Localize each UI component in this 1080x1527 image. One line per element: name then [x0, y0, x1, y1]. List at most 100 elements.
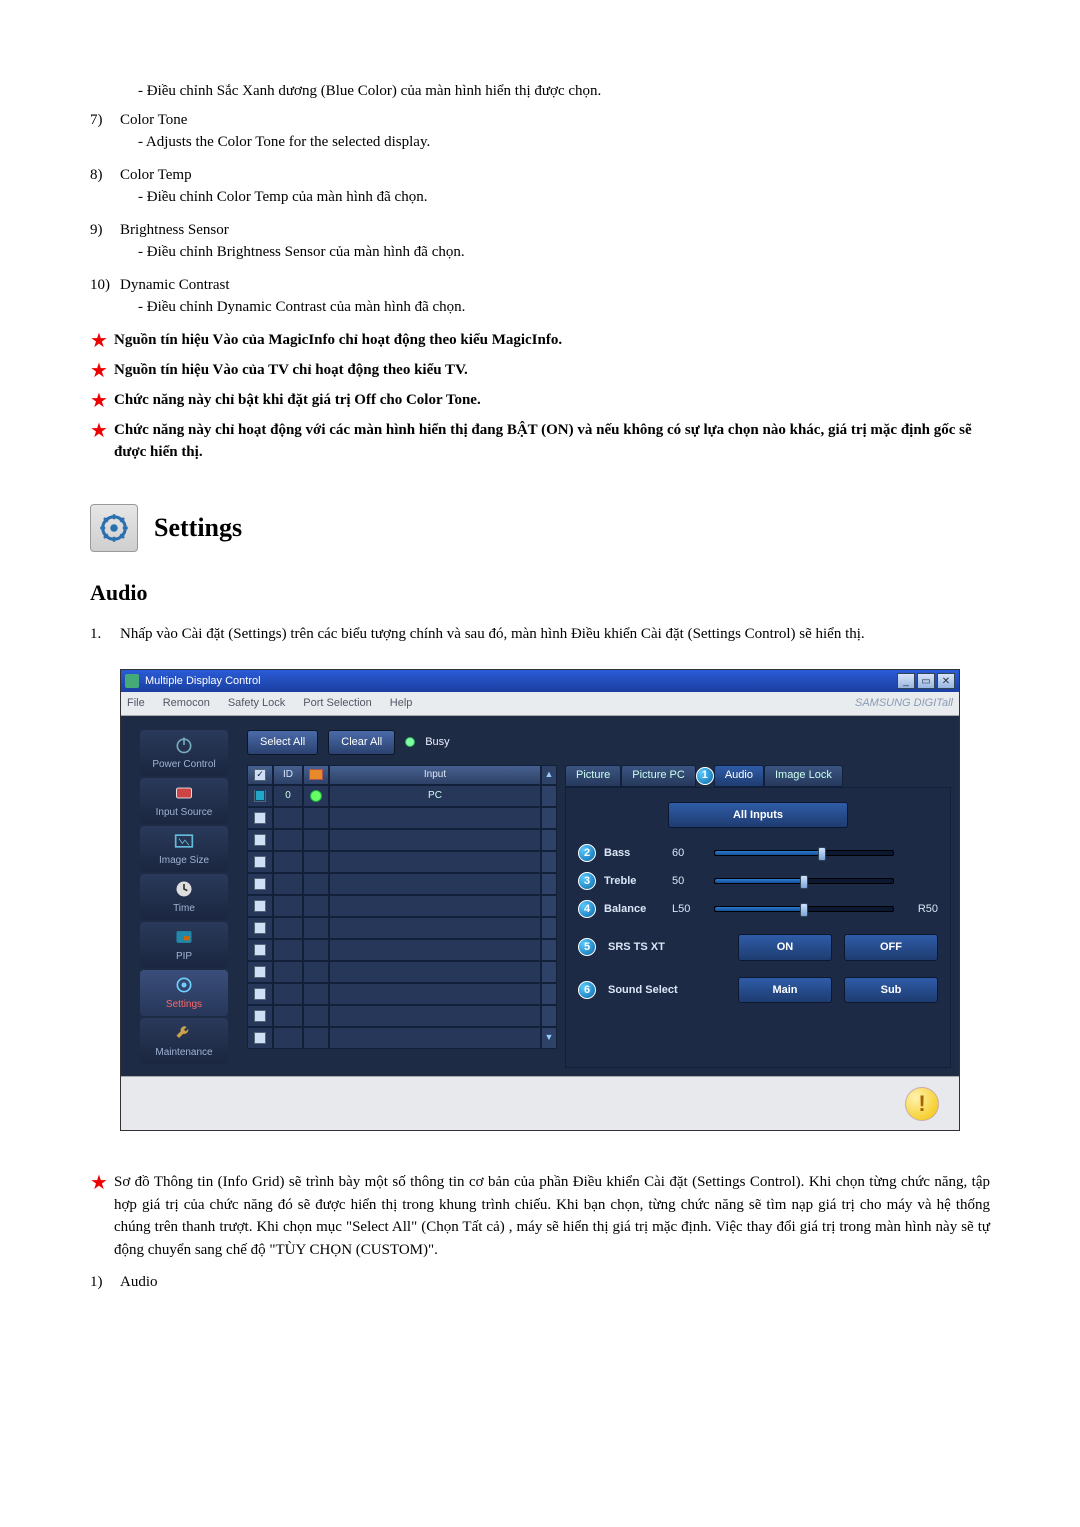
slider-thumb[interactable] [818, 847, 826, 861]
row-id: 0 [273, 785, 303, 807]
row-checkbox[interactable] [254, 900, 266, 912]
sound-sub-button[interactable]: Sub [844, 977, 938, 1004]
balance-slider[interactable] [714, 906, 894, 912]
callout-6: 6 [578, 981, 596, 999]
row-checkbox[interactable] [254, 1010, 266, 1022]
table-row[interactable] [247, 873, 557, 895]
side-pip[interactable]: PIP [140, 922, 228, 968]
row-checkbox[interactable] [254, 944, 266, 956]
tab-audio[interactable]: Audio [714, 765, 764, 787]
side-power-control[interactable]: Power Control [140, 730, 228, 776]
table-row[interactable]: ▼ [247, 1027, 557, 1049]
grid-header-status [303, 765, 329, 785]
side-image-size[interactable]: Image Size [140, 826, 228, 872]
menu-help[interactable]: Help [390, 695, 413, 712]
item-10: 10) Dynamic Contrast - Điều chỉnh Dynami… [90, 274, 990, 325]
srs-on-button[interactable]: ON [738, 934, 832, 961]
gear-icon [172, 975, 196, 995]
side-input-source[interactable]: Input Source [140, 778, 228, 824]
maximize-button[interactable]: ▭ [917, 673, 935, 689]
bottom-star-note: ★ Sơ đồ Thông tin (Info Grid) sẽ trình b… [90, 1171, 990, 1261]
scroll-up-button[interactable]: ▲ [541, 765, 557, 785]
audio-panel: All Inputs 2 Bass 60 [565, 787, 951, 1069]
star-icon: ★ [90, 389, 114, 413]
star-icon: ★ [90, 329, 114, 353]
image-size-icon [172, 831, 196, 851]
bass-slider[interactable] [714, 850, 894, 856]
bass-value: 60 [672, 845, 706, 862]
table-row[interactable] [247, 807, 557, 829]
menubar: File Remocon Safety Lock Port Selection … [121, 692, 959, 716]
table-row[interactable] [247, 895, 557, 917]
status-bar: ! [121, 1076, 959, 1130]
treble-slider[interactable] [714, 878, 894, 884]
item-9: 9) Brightness Sensor - Điều chỉnh Bright… [90, 219, 990, 270]
table-row[interactable] [247, 939, 557, 961]
table-row[interactable] [247, 917, 557, 939]
side-maintenance[interactable]: Maintenance [140, 1018, 228, 1064]
tab-picture[interactable]: Picture [565, 765, 621, 787]
select-all-button[interactable]: Select All [247, 730, 318, 755]
close-button[interactable]: ✕ [937, 673, 955, 689]
item-10-number: 10) [90, 274, 120, 325]
treble-row: 3 Treble 50 [578, 872, 938, 890]
pip-icon [172, 927, 196, 947]
clock-icon [172, 879, 196, 899]
balance-label: Balance [604, 901, 664, 918]
item-audio: 1) Audio [90, 1271, 990, 1294]
sound-select-label: Sound Select [608, 982, 726, 999]
audio-intro-text: Nhấp vào Cài đặt (Settings) trên các biể… [120, 623, 990, 646]
table-row[interactable]: 0 PC [247, 785, 557, 807]
menu-safety-lock[interactable]: Safety Lock [228, 695, 285, 712]
side-time[interactable]: Time [140, 874, 228, 920]
star-icon: ★ [90, 419, 114, 464]
row-checkbox[interactable] [254, 790, 266, 802]
srs-off-button[interactable]: OFF [844, 934, 938, 961]
row-checkbox[interactable] [254, 1032, 266, 1044]
info-grid: ID Input ▲ 0 PC [247, 765, 557, 1069]
slider-thumb[interactable] [800, 903, 808, 917]
row-checkbox[interactable] [254, 922, 266, 934]
row-checkbox[interactable] [254, 966, 266, 978]
balance-right-value: R50 [902, 901, 938, 918]
item-audio-title: Audio [120, 1271, 990, 1294]
side-settings[interactable]: Settings [140, 970, 228, 1016]
item-7-number: 7) [90, 109, 120, 160]
item-9-number: 9) [90, 219, 120, 270]
scroll-down-button[interactable]: ▼ [541, 1027, 557, 1049]
table-row[interactable] [247, 983, 557, 1005]
table-row[interactable] [247, 829, 557, 851]
slider-thumb[interactable] [800, 875, 808, 889]
line-blue-color: - Điều chỉnh Sắc Xanh dương (Blue Color)… [90, 80, 990, 103]
sound-main-button[interactable]: Main [738, 977, 832, 1004]
menu-remocon[interactable]: Remocon [163, 695, 210, 712]
item-9-sub: - Điều chỉnh Brightness Sensor của màn h… [120, 241, 990, 264]
star-icon: ★ [90, 359, 114, 383]
table-row[interactable] [247, 1005, 557, 1027]
all-inputs-button[interactable]: All Inputs [668, 802, 848, 829]
row-checkbox[interactable] [254, 834, 266, 846]
srs-row: 5 SRS TS XT ON OFF [578, 934, 938, 961]
tab-image-lock[interactable]: Image Lock [764, 765, 843, 787]
clear-all-button[interactable]: Clear All [328, 730, 395, 755]
minimize-button[interactable]: _ [897, 673, 915, 689]
menu-port-selection[interactable]: Port Selection [303, 695, 371, 712]
busy-label: Busy [425, 734, 449, 751]
sound-select-row: 6 Sound Select Main Sub [578, 977, 938, 1004]
item-9-title: Brightness Sensor [120, 219, 990, 242]
settings-title: Settings [154, 508, 242, 547]
row-checkbox[interactable] [254, 856, 266, 868]
row-checkbox[interactable] [254, 988, 266, 1000]
star-note-4: ★ Chức năng này chỉ hoạt động với các mà… [90, 419, 990, 464]
sidebar: Power Control Input Source Image Size Ti… [129, 730, 239, 1068]
table-row[interactable] [247, 851, 557, 873]
menu-file[interactable]: File [127, 695, 145, 712]
row-checkbox[interactable] [254, 812, 266, 824]
grid-header-check[interactable] [247, 765, 273, 785]
row-checkbox[interactable] [254, 878, 266, 890]
tab-picture-pc[interactable]: Picture PC [621, 765, 696, 787]
brand-label: SAMSUNG DIGITall [855, 695, 953, 712]
table-row[interactable] [247, 961, 557, 983]
warning-icon: ! [905, 1087, 939, 1121]
window-titlebar[interactable]: Multiple Display Control _ ▭ ✕ [121, 670, 959, 692]
